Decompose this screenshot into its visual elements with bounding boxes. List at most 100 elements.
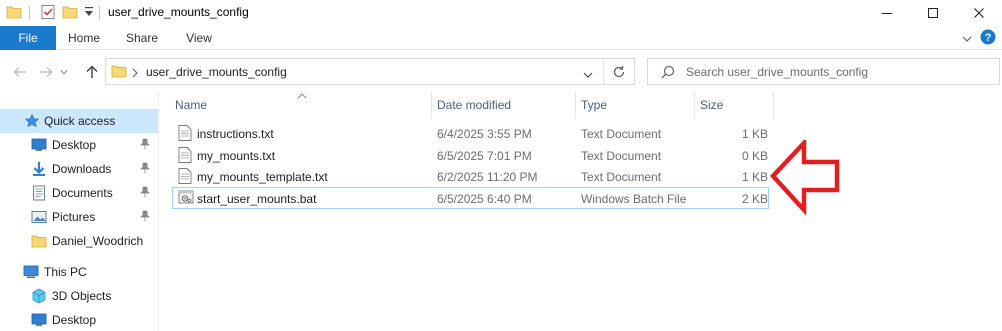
close-icon <box>974 8 984 18</box>
file-row-instructions[interactable]: instructions.txt 6/4/2025 3:55 PM Text D… <box>172 123 769 145</box>
sidebar-item-label: Pictures <box>52 210 96 224</box>
column-header-name[interactable]: Name <box>175 98 207 112</box>
sidebar-item-label: Daniel_Woodrich <box>52 234 144 248</box>
pin-icon[interactable] <box>140 210 150 225</box>
title-bar: user_drive_mounts_config <box>0 0 1002 26</box>
customize-quick-access-icon[interactable] <box>84 6 94 21</box>
file-date: 6/2/2025 11:20 PM <box>437 170 538 184</box>
ribbon-tabs: File Home Share View ? <box>0 26 1002 50</box>
column-header-date[interactable]: Date modified <box>437 98 511 112</box>
batch-file-icon <box>178 189 194 208</box>
tab-view[interactable]: View <box>174 26 224 50</box>
search-input[interactable]: Search user_drive_mounts_config <box>647 58 1000 85</box>
sidebar-item-desktop[interactable]: Desktop <box>0 133 158 157</box>
file-name: start_user_mounts.bat <box>197 192 317 206</box>
column-divider[interactable] <box>575 91 576 119</box>
maximize-button[interactable] <box>910 0 956 26</box>
sidebar-item-quick-access[interactable]: Quick access <box>0 109 158 133</box>
sidebar-item-label: Quick access <box>44 114 116 128</box>
chevron-down-icon <box>60 70 68 75</box>
pane-divider[interactable] <box>158 91 159 331</box>
column-header-type[interactable]: Type <box>581 98 607 112</box>
sidebar-item-label: Documents <box>52 186 113 200</box>
pin-icon[interactable] <box>140 162 150 177</box>
file-size: 1 KB <box>741 127 768 141</box>
tab-home[interactable]: Home <box>58 26 110 50</box>
sidebar-item-label: This PC <box>44 265 87 279</box>
file-row-my-mounts-template[interactable]: my_mounts_template.txt 6/2/2025 11:20 PM… <box>172 166 769 188</box>
breadcrumb-separator-icon[interactable] <box>132 67 138 81</box>
sidebar-item-label: Downloads <box>52 162 112 176</box>
pin-icon[interactable] <box>140 186 150 201</box>
breadcrumb[interactable]: user_drive_mounts_config <box>146 65 287 79</box>
help-icon[interactable]: ? <box>980 29 996 48</box>
file-size: 1 KB <box>741 170 768 184</box>
file-name: my_mounts_template.txt <box>197 170 328 184</box>
folder-icon <box>111 63 127 82</box>
documents-icon <box>31 185 47 201</box>
file-type: Text Document <box>581 149 662 163</box>
tab-share[interactable]: Share <box>116 26 168 50</box>
sidebar-item-this-pc[interactable]: This PC <box>0 260 158 284</box>
file-row-start-user-mounts[interactable]: start_user_mounts.bat 6/5/2025 6:40 PM W… <box>172 187 769 209</box>
tab-file[interactable]: File <box>0 26 56 50</box>
properties-icon[interactable] <box>40 4 56 23</box>
file-name: my_mounts.txt <box>197 149 276 163</box>
svg-text:?: ? <box>985 32 992 44</box>
sidebar-item-label: Desktop <box>52 138 97 152</box>
search-placeholder: Search user_drive_mounts_config <box>686 65 869 79</box>
new-folder-icon[interactable] <box>62 4 78 23</box>
file-date: 6/4/2025 3:55 PM <box>437 127 532 141</box>
sidebar-item-3d-objects[interactable]: 3D Objects <box>0 284 158 308</box>
sidebar-item-documents[interactable]: Documents <box>0 181 158 205</box>
download-icon <box>31 161 47 177</box>
file-date: 6/5/2025 7:01 PM <box>437 149 532 163</box>
arrow-left-icon <box>13 67 26 77</box>
cube-icon <box>31 288 47 304</box>
text-file-icon <box>178 125 192 144</box>
arrow-up-icon <box>86 65 98 78</box>
address-dropdown-icon[interactable] <box>583 68 593 82</box>
sidebar-item-label: 3D Objects <box>52 289 112 303</box>
text-file-icon <box>178 147 192 166</box>
sidebar-item-pictures[interactable]: Pictures <box>0 205 158 229</box>
file-name: instructions.txt <box>197 127 274 141</box>
up-button[interactable] <box>82 62 102 82</box>
forward-button[interactable] <box>36 62 56 82</box>
back-button[interactable] <box>10 62 30 82</box>
folder-icon <box>31 233 47 249</box>
sidebar-item-label: Desktop <box>52 313 97 327</box>
window-title: user_drive_mounts_config <box>108 5 249 19</box>
column-divider[interactable] <box>431 91 432 119</box>
column-header-size[interactable]: Size <box>700 98 723 112</box>
sidebar-item-downloads[interactable]: Downloads <box>0 157 158 181</box>
expand-ribbon-icon[interactable] <box>962 32 972 46</box>
column-divider[interactable] <box>773 91 774 119</box>
pin-icon[interactable] <box>140 138 150 153</box>
computer-icon <box>23 264 39 280</box>
title-separator <box>99 6 100 20</box>
recent-locations-button[interactable] <box>58 62 70 82</box>
refresh-icon[interactable] <box>612 65 626 82</box>
sidebar-item-desktop-pc[interactable]: Desktop <box>0 308 158 331</box>
title-separator <box>29 6 30 20</box>
text-file-icon <box>178 168 192 187</box>
minimize-button[interactable] <box>864 0 910 26</box>
file-size: 0 KB <box>741 149 768 163</box>
search-icon <box>661 65 675 82</box>
file-type: Text Document <box>581 170 662 184</box>
address-divider <box>603 59 604 84</box>
file-row-my-mounts[interactable]: my_mounts.txt 6/5/2025 7:01 PM Text Docu… <box>172 145 769 167</box>
maximize-icon <box>928 8 938 18</box>
address-bar[interactable]: user_drive_mounts_config <box>105 58 635 85</box>
pictures-icon <box>31 209 47 225</box>
desktop-icon <box>31 312 47 328</box>
column-divider[interactable] <box>694 91 695 119</box>
navigation-pane: Quick access Desktop Downloads Documents <box>0 104 158 331</box>
sort-up-icon <box>297 88 307 102</box>
arrow-right-icon <box>40 67 53 77</box>
sidebar-item-daniel-woodrich[interactable]: Daniel_Woodrich <box>0 229 158 253</box>
navigation-bar: user_drive_mounts_config Search user_dri… <box>0 56 1002 88</box>
close-button[interactable] <box>956 0 1002 26</box>
folder-icon[interactable] <box>6 4 22 23</box>
